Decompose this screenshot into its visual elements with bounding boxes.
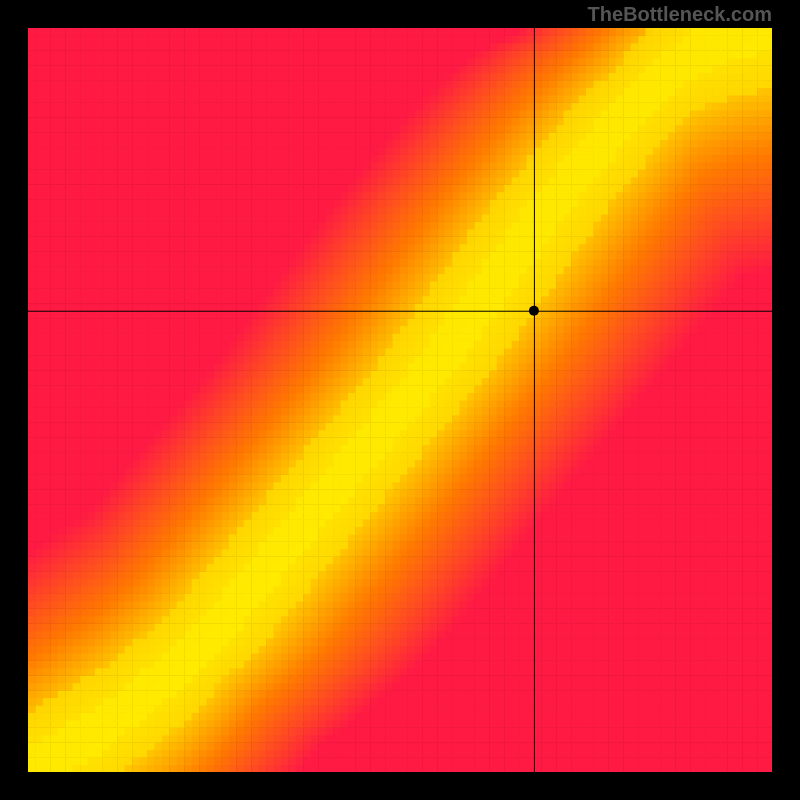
bottleneck-heatmap: [28, 28, 772, 772]
heatmap-canvas: [28, 28, 772, 772]
watermark-text: TheBottleneck.com: [588, 4, 772, 27]
